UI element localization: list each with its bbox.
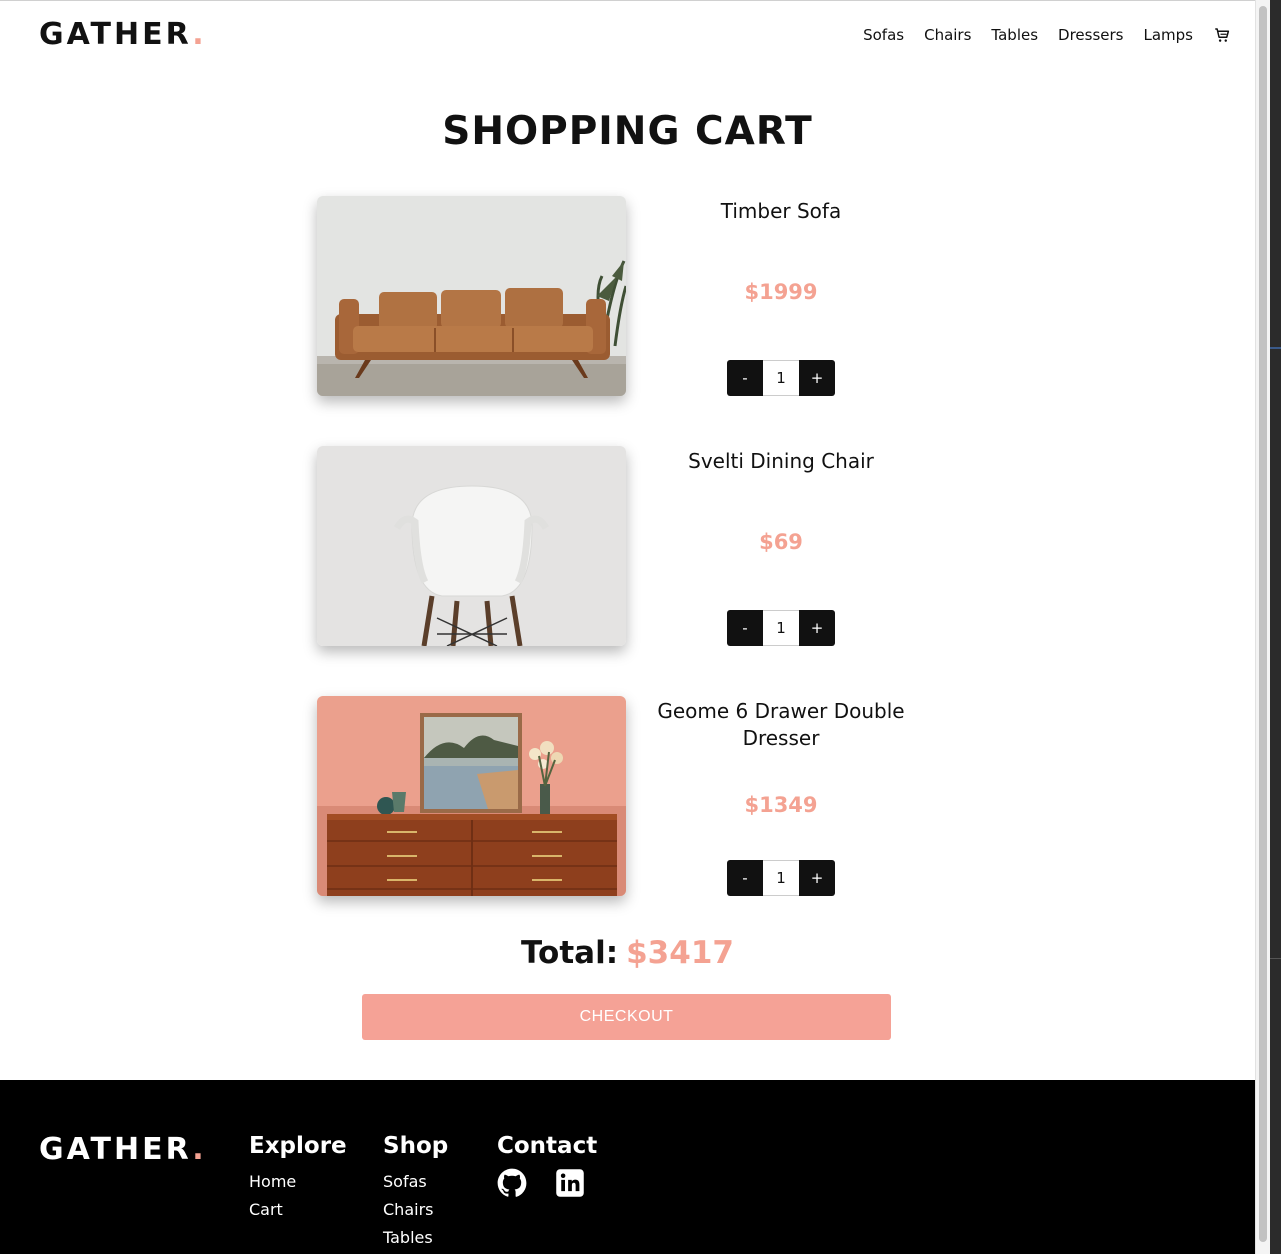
item-info: Svelti Dining Chair $69 - 1 + [651,446,911,646]
total-amount: $3417 [626,935,734,971]
nav-link-tables[interactable]: Tables [991,25,1038,45]
footer-heading: Shop [383,1133,449,1159]
footer-link-sofas[interactable]: Sofas [383,1168,448,1196]
item-info: Geome 6 Drawer Double Dresser $1349 - 1 … [651,696,911,896]
cart-icon[interactable] [1213,26,1231,44]
item-name[interactable]: Timber Sofa [651,198,911,225]
nav-link-chairs[interactable]: Chairs [924,25,971,45]
github-icon[interactable] [497,1168,527,1198]
increase-qty-button[interactable]: + [799,360,835,396]
quantity-stepper: - 1 + [727,610,835,646]
footer-link-home[interactable]: Home [249,1168,347,1196]
decrease-qty-button[interactable]: - [727,860,763,896]
window-edge [1270,0,1281,1254]
cart-item: Timber Sofa $1999 - 1 + [317,196,937,396]
quantity-stepper: - 1 + [727,360,835,396]
footer-logo[interactable]: GATHER. [39,1132,207,1167]
footer-link-chairs[interactable]: Chairs [383,1196,448,1224]
increase-qty-button[interactable]: + [799,860,835,896]
item-price: $1349 [744,793,818,817]
cart-item: Svelti Dining Chair $69 - 1 + [317,446,937,646]
item-price: $69 [759,530,803,554]
total-label: Total: [521,935,619,971]
decrease-qty-button[interactable]: - [727,610,763,646]
item-name[interactable]: Svelti Dining Chair [651,448,911,475]
quantity-input[interactable]: 1 [763,860,799,896]
page-title: SHOPPING CART [442,109,813,154]
checkout-button[interactable]: CHECKOUT [362,994,891,1040]
brand-logo[interactable]: GATHER. [39,17,207,52]
nav-link-dressers[interactable]: Dressers [1058,25,1123,45]
decrease-qty-button[interactable]: - [727,360,763,396]
cart-total: Total: $3417 [0,935,1255,971]
footer-heading: Explore [249,1133,347,1159]
edge-marker [1270,958,1281,959]
footer-explore: Explore Home Cart [249,1132,347,1224]
footer-link-tables[interactable]: Tables [383,1224,448,1252]
quantity-stepper: - 1 + [727,860,835,896]
product-image-dresser[interactable] [317,696,626,896]
nav-link-lamps[interactable]: Lamps [1144,25,1194,45]
social-links [497,1168,597,1198]
product-image-chair[interactable] [317,446,626,646]
increase-qty-button[interactable]: + [799,610,835,646]
edge-marker [1270,347,1281,349]
footer-heading: Contact [497,1133,598,1159]
item-price: $1999 [744,280,818,304]
footer-contact: Contact [497,1132,597,1198]
scrollbar-thumb[interactable] [1259,6,1267,1242]
page: GATHER. Sofas Chairs Tables Dressers Lam… [0,0,1255,1254]
vertical-scrollbar[interactable] [1255,0,1270,1254]
site-footer: GATHER. Explore Home Cart Shop Sofas Cha… [0,1080,1255,1254]
item-name[interactable]: Geome 6 Drawer Double Dresser [651,698,911,752]
nav-link-sofas[interactable]: Sofas [863,25,904,45]
main-nav: Sofas Chairs Tables Dressers Lamps [843,25,1231,45]
cart-item: Geome 6 Drawer Double Dresser $1349 - 1 … [317,696,937,896]
item-info: Timber Sofa $1999 - 1 + [651,196,911,396]
product-image-sofa[interactable] [317,196,626,396]
footer-shop: Shop Sofas Chairs Tables [383,1132,448,1252]
footer-link-cart[interactable]: Cart [249,1196,347,1224]
linkedin-icon[interactable] [555,1168,585,1198]
quantity-input[interactable]: 1 [763,360,799,396]
quantity-input[interactable]: 1 [763,610,799,646]
